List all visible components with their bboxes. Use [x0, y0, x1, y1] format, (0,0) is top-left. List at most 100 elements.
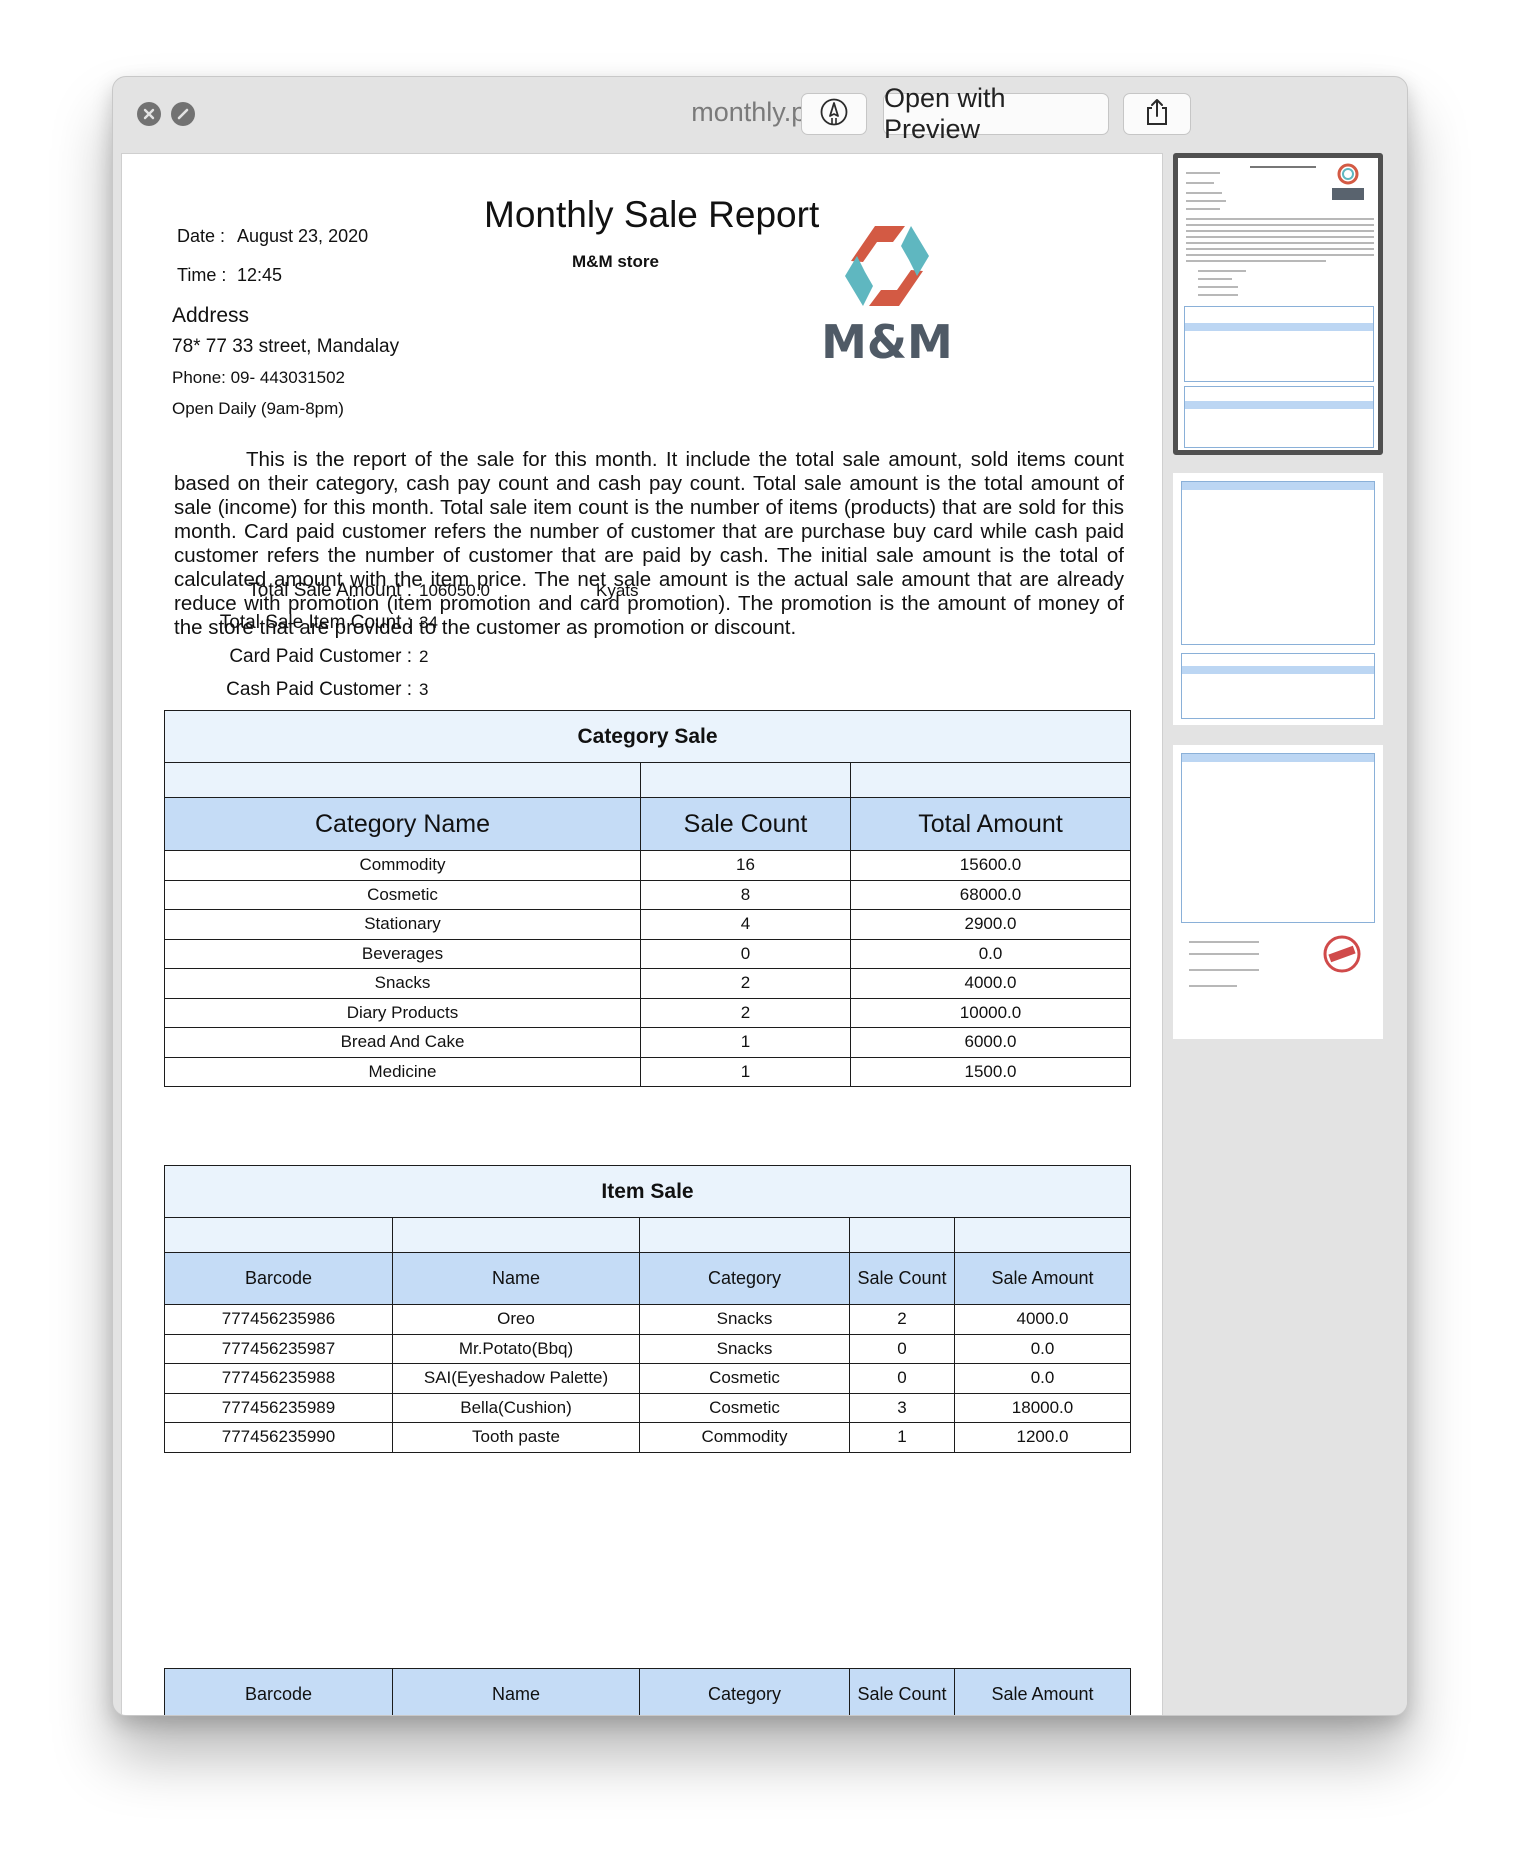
summary-value-total-sale: 106050.0: [419, 581, 490, 600]
col-header-total-amount: Total Amount: [849, 797, 1132, 851]
table-spacer-row: [164, 762, 1132, 798]
item-row-cell: 0.0: [953, 1333, 1132, 1364]
hours-line: Open Daily (9am-8pm): [172, 399, 344, 418]
category-row-cell: 2: [640, 968, 851, 999]
category-row-cell: 68000.0: [849, 879, 1132, 910]
item-row-cell: 3: [849, 1392, 955, 1423]
col-header-category-name: Category Name: [164, 797, 641, 851]
item-row: 777456235990 Tooth paste Commodity 1 1200.0: [164, 1422, 1132, 1453]
page-thumbnail-2[interactable]: [1173, 473, 1383, 725]
fullscreen-icon[interactable]: [171, 102, 195, 126]
item-row-cell: Tooth paste: [392, 1422, 640, 1453]
item-row-cell: 4000.0: [953, 1304, 1132, 1335]
item-row-cell: 0.0: [953, 1363, 1132, 1394]
col-header-sale-amount: Sale Amount: [954, 1668, 1131, 1715]
category-row-cell: Cosmetic: [164, 879, 641, 910]
window-title: monthly.pdf: [691, 97, 829, 127]
open-with-preview-button[interactable]: Open with Preview: [883, 83, 1109, 144]
category-row-cell: Commodity: [164, 850, 641, 881]
open-with-preview-label: Open with Preview: [884, 83, 1006, 144]
summary-label-cash-paid: Cash Paid Customer :: [226, 679, 412, 700]
col-header-sale-count: Sale Count: [849, 1668, 955, 1715]
col-header-barcode: Barcode: [164, 1252, 393, 1305]
category-row-cell: Diary Products: [164, 997, 641, 1028]
category-row-cell: Bread And Cake: [164, 1027, 641, 1058]
item-row-cell: 1200.0: [953, 1422, 1132, 1453]
close-icon[interactable]: [137, 102, 161, 126]
item-sale-table: Item Sale Barcode Name Category Sale Cou…: [163, 1165, 1132, 1453]
category-row: Bread And Cake 1 6000.0: [164, 1027, 1132, 1058]
date-label: Date :: [177, 226, 226, 246]
category-row-cell: 0: [640, 938, 851, 969]
page-thumbnail-3[interactable]: [1173, 745, 1383, 1039]
pdf-page-view[interactable]: Monthly Sale Report M&M store Date : Aug…: [121, 153, 1163, 1715]
col-header-category: Category: [639, 1668, 850, 1715]
item-row-cell: 0: [849, 1333, 955, 1364]
category-row: Stationary 4 2900.0: [164, 909, 1132, 940]
category-table-caption: Category Sale: [163, 710, 1132, 763]
item-row-cell: 777456235988: [164, 1363, 393, 1394]
category-row: Snacks 2 4000.0: [164, 968, 1132, 999]
item-row-cell: 2: [849, 1304, 955, 1335]
item-row: 777456235986 Oreo Snacks 2 4000.0: [164, 1304, 1132, 1335]
summary-value-card-paid: 2: [419, 647, 429, 666]
time-label: Time :: [177, 265, 227, 285]
item-row-cell: Commodity: [639, 1422, 850, 1453]
col-header-sale-count: Sale Count: [640, 797, 851, 851]
category-row: Medicine 1 1500.0: [164, 1056, 1132, 1087]
category-row-cell: 10000.0: [849, 997, 1132, 1028]
item-row-cell: 777456235986: [164, 1304, 393, 1335]
item-row-cell: Snacks: [639, 1333, 850, 1364]
category-row: Beverages 0 0.0: [164, 938, 1132, 969]
category-row-cell: 4000.0: [849, 968, 1132, 999]
item-row: 777456235987 Mr.Potato(Bbq) Snacks 0 0.0: [164, 1333, 1132, 1364]
category-row: Commodity 16 15600.0: [164, 850, 1132, 881]
title-bar: monthly.pdf Open with Preview: [113, 77, 1407, 153]
category-row-cell: Beverages: [164, 938, 641, 969]
item-row-cell: SAI(Eyeshadow Palette): [392, 1363, 640, 1394]
category-row-cell: 2: [640, 997, 851, 1028]
item-row-cell: 777456235987: [164, 1333, 393, 1364]
category-row-cell: 1500.0: [849, 1056, 1132, 1087]
category-row-cell: 16: [640, 850, 851, 881]
category-sale-table: Category Sale Category Name Sale Count T…: [163, 710, 1132, 1087]
share-button[interactable]: [1123, 93, 1191, 135]
category-row: Cosmetic 8 68000.0: [164, 879, 1132, 910]
time-value: 12:45: [237, 265, 283, 285]
share-icon: [1144, 97, 1170, 132]
address-heading: Address: [172, 304, 250, 327]
summary-label-total-sale: Total Sale Amount :: [248, 580, 412, 601]
item-row-cell: Cosmetic: [639, 1363, 850, 1394]
summary-value-cash-paid: 3: [419, 680, 429, 699]
store-name: M&M store: [572, 252, 659, 271]
item-row-cell: Cosmetic: [639, 1392, 850, 1423]
col-header-barcode: Barcode: [164, 1668, 393, 1715]
category-row-cell: 1: [640, 1027, 851, 1058]
item-row-cell: Oreo: [392, 1304, 640, 1335]
item-row-cell: 777456235989: [164, 1392, 393, 1423]
report-title: Monthly Sale Report: [484, 194, 820, 235]
category-row-cell: Medicine: [164, 1056, 641, 1087]
category-row-cell: 8: [640, 879, 851, 910]
item-row: 777456235989 Bella(Cushion) Cosmetic 3 18000…: [164, 1392, 1132, 1423]
item-sale-table-continued: Barcode Name Category Sale Count Sale Am…: [164, 1668, 1131, 1715]
item-row-cell: 1: [849, 1422, 955, 1453]
thumbnail-sidebar: [1163, 153, 1407, 1715]
category-row-cell: Stationary: [164, 909, 641, 940]
summary-label-card-paid: Card Paid Customer :: [229, 646, 412, 667]
item-row-cell: Snacks: [639, 1304, 850, 1335]
category-row-cell: 15600.0: [849, 850, 1132, 881]
col-header-sale-count: Sale Count: [849, 1252, 955, 1305]
page-thumbnail-1[interactable]: [1173, 153, 1383, 455]
item-row: 777456235988 SAI(Eyeshadow Palette) Cosmet…: [164, 1363, 1132, 1394]
item-row-cell: 777456235990: [164, 1422, 393, 1453]
logo-text: M&M: [821, 315, 953, 369]
col-header-category: Category: [639, 1252, 850, 1305]
markup-pen-icon: [819, 97, 849, 132]
item-row-cell: Mr.Potato(Bbq): [392, 1333, 640, 1364]
table-spacer-row: [164, 1217, 1132, 1253]
category-row-cell: Snacks: [164, 968, 641, 999]
markup-button[interactable]: [801, 93, 867, 135]
category-row-cell: 1: [640, 1056, 851, 1087]
stamp-icon: [1321, 933, 1363, 975]
